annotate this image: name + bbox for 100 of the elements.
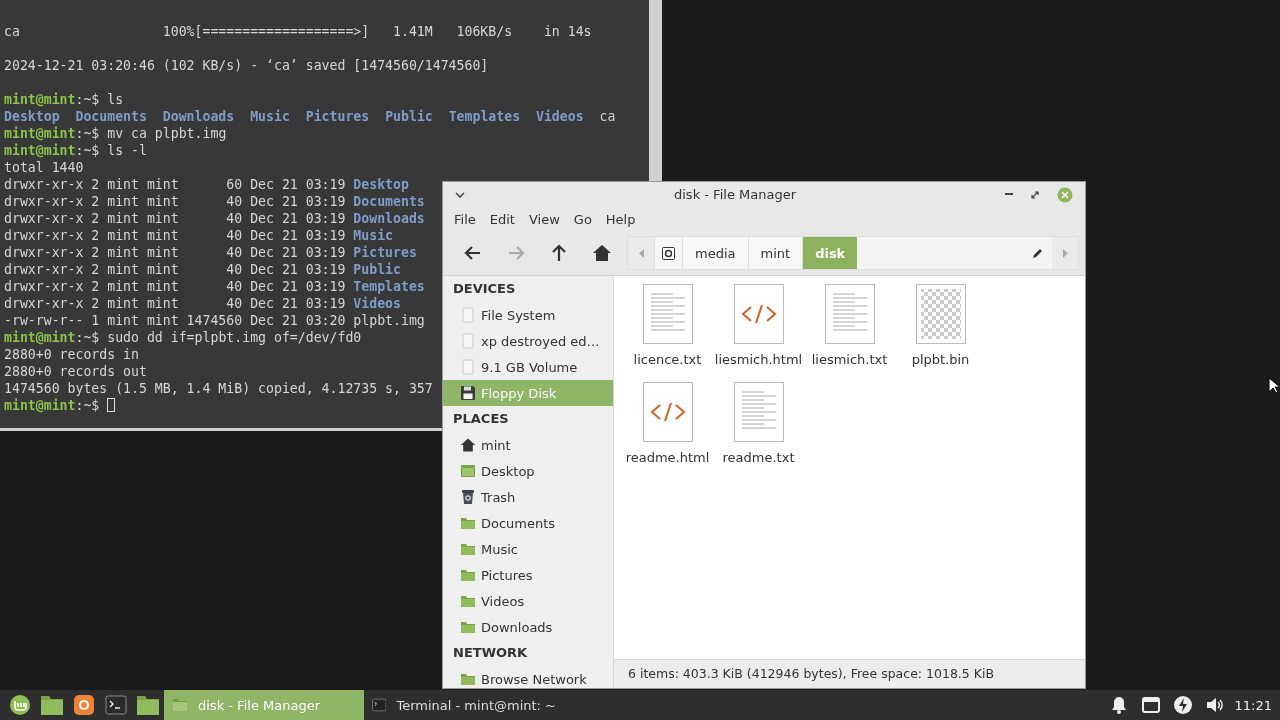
sidebar-item[interactable]: Pictures [443,562,613,588]
drive-icon [460,333,476,349]
sidebar-item[interactable]: File System [443,302,613,328]
terminal-text: drwxr-xr-x 2 mint mint 40 Dec 21 03:19 [4,279,347,294]
mouse-pointer-icon [1268,377,1279,394]
sidebar-item[interactable]: Documents [443,510,613,536]
directory-name: Pictures [353,245,417,260]
directory-name: Documents [75,109,147,124]
document-tile[interactable]: plpbt.bin [895,284,986,382]
terminal-text: 1474560 bytes (1.5 MB, 1.4 MiB) copied, 4.12735 s, 357 [4,381,433,396]
directory-name: Templates [353,279,425,294]
sidebar-item[interactable]: Desktop [443,458,613,484]
sidebar-item[interactable]: xp destroyed ed… [443,328,613,354]
folder-icon [460,671,476,687]
minimize-icon[interactable] [1005,193,1013,196]
sidebar-item-label: Downloads [481,619,553,635]
terminal-text: 2880+0 records in [4,347,139,362]
menu-item[interactable]: Help [598,211,643,227]
menu-item[interactable]: Go [566,211,599,227]
terminal-text: 2024-12-21 03:20:46 (102 KB/s) - ‘ca’ saved [1474560/1474560] [4,58,489,73]
directory-name: Desktop [4,109,60,124]
directory-name: Videos [536,109,584,124]
prompt-user: mint@mint [4,143,76,158]
terminal-text: drwxr-xr-x 2 mint mint 40 Dec 21 03:19 [4,194,347,209]
trash-icon [460,489,476,505]
folder-icon[interactable] [136,694,160,716]
directory-name: Music [250,109,290,124]
directory-name: Pictures [305,109,370,124]
text-file-icon [642,284,693,344]
sidebar-item-label: xp destroyed ed… [481,333,600,349]
maximize-icon[interactable] [1031,190,1039,199]
directory-name: Public [385,109,433,124]
file-name: liesmich.html [714,352,803,367]
document-tile[interactable]: readme.html [622,382,713,480]
home-icon [591,243,612,263]
folder-icon [460,567,476,583]
window-menu-icon[interactable] [455,191,465,198]
sidebar-item-label: Pictures [481,567,533,583]
volume-icon[interactable] [1204,695,1225,715]
menu-item[interactable]: File [447,211,483,227]
menu-item[interactable]: View [521,211,567,227]
folder-icon [460,541,476,557]
code-file-icon [642,382,693,442]
sidebar-item[interactable]: mint [443,432,613,458]
lightning-icon[interactable] [1172,695,1193,715]
terminal-text: drwxr-xr-x 2 mint mint 40 Dec 21 03:19 [4,262,347,277]
document-tile[interactable]: liesmich.html [713,284,804,382]
prompt-user: mint@mint [4,398,76,413]
sidebar-item[interactable]: Trash [443,484,613,510]
terminal-text: drwxr-xr-x 2 mint mint 40 Dec 21 03:19 [4,228,347,243]
browser-icon[interactable] [73,694,95,716]
drive-icon [460,307,476,323]
pencil-icon[interactable] [1032,247,1044,259]
status-bar: 6 items: 403.3 KiB (412946 bytes), Free space: 1018.5 KiB [614,659,1085,688]
caret-left-icon [638,248,644,258]
file-name: readme.txt [722,450,795,465]
binary-file-icon [915,284,966,344]
sidebar-item-label: Desktop [481,463,535,479]
taskbar-window-button[interactable]: Terminal - mint@mint: ~ [364,690,564,720]
document-tile[interactable]: liesmich.txt [804,284,895,382]
folder-icon [460,619,476,635]
folder-icon [460,593,476,609]
document-tile[interactable]: licence.txt [622,284,713,382]
sidebar-item-label: Browse Network [481,671,587,687]
drive-icon [460,359,476,375]
terminal-text: total 1440 [4,160,84,175]
terminal-icon[interactable] [105,694,127,716]
show-desktop-icon[interactable] [40,694,64,716]
folder-icon [172,698,188,712]
prompt-user: mint@mint [4,330,76,345]
code-file-icon [733,284,784,344]
sidebar-item[interactable]: Music [443,536,613,562]
sidebar-item[interactable]: Videos [443,588,613,614]
menu-item[interactable]: Edit [482,211,522,227]
terminal-text: :~$ [75,398,101,413]
section-heading: NETWORK [452,644,529,662]
desktop-icon [460,463,476,479]
disk-icon [662,246,675,260]
terminal-text: drwxr-xr-x 2 mint mint 40 Dec 21 03:19 [4,211,347,226]
prompt-user: mint@mint [4,92,76,107]
text-file-icon [733,382,784,442]
sidebar-item[interactable]: Browse Network [443,666,613,688]
sidebar-item[interactable]: Downloads [443,614,613,640]
terminal-text: -rw-rw-r-- 1 mint mint 1474560 Dec 21 03:20 plpbt.img [4,313,425,328]
caret-right-icon [1062,248,1068,258]
file-name: readme.html [625,450,710,465]
window-icon[interactable] [1140,695,1161,715]
sidebar-item-label: mint [481,437,511,453]
sidebar-item-label: Music [481,541,518,557]
terminal-text: :~$ sudo dd if=plpbt.img of=/dev/fd0 [75,330,362,345]
directory-name: Videos [353,296,401,311]
sidebar-item-label: Documents [481,515,556,531]
sidebar-item[interactable]: 9.1 GB Volume [443,354,613,380]
directory-name: Documents [353,194,425,209]
terminal-text: drwxr-xr-x 2 mint mint 60 Dec 21 03:19 [4,177,347,192]
mint-logo-icon[interactable] [9,694,31,716]
window-title: disk - File Manager [673,187,797,202]
text-file-icon [824,284,875,344]
terminal-icon [372,698,387,712]
document-tile[interactable]: readme.txt [713,382,804,480]
